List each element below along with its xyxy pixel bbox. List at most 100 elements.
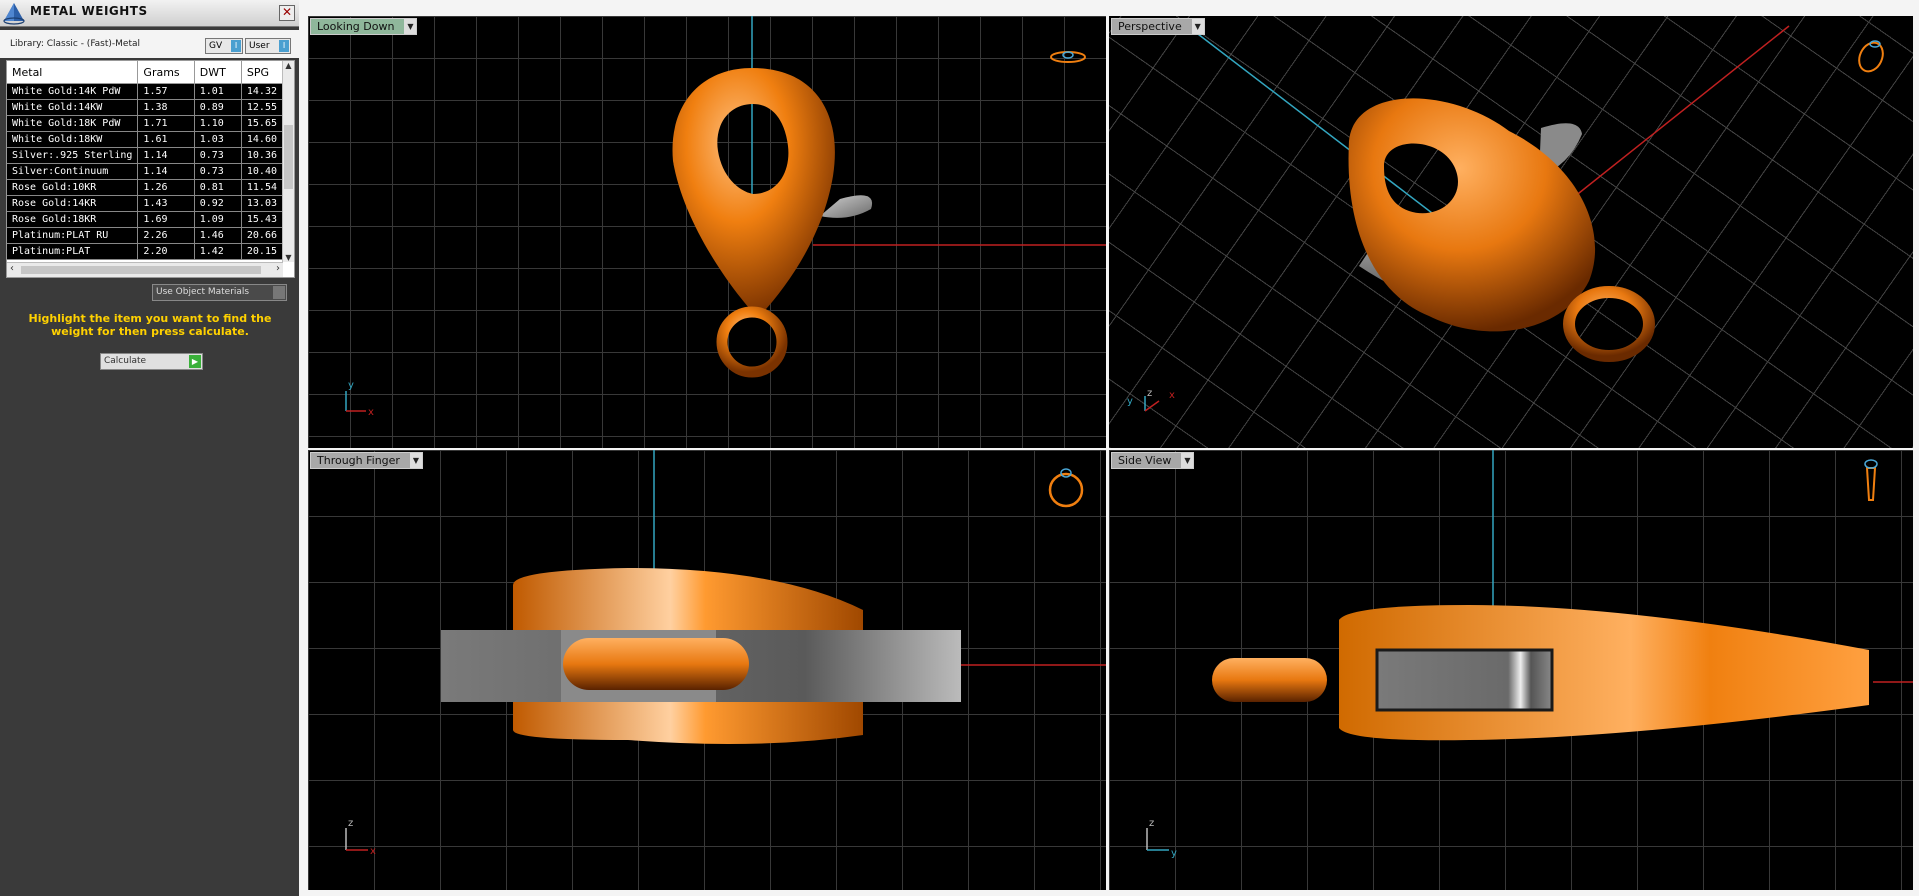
clasp-jump-ring bbox=[1563, 286, 1655, 362]
cell-metal: White Gold:14KW bbox=[7, 99, 139, 116]
viewport-looking-down[interactable]: y x Looking Down ▼ bbox=[308, 16, 1106, 448]
table-row[interactable]: White Gold:18K PdW 1.71 1.10 15.65 bbox=[7, 115, 284, 132]
cell-grams: 1.71 bbox=[137, 115, 195, 132]
gizmo-label-b: z bbox=[1147, 388, 1152, 399]
calculate-button[interactable]: Calculate ▶ bbox=[100, 353, 203, 370]
close-icon: ✕ bbox=[281, 5, 293, 19]
table-row[interactable]: White Gold:14KW 1.38 0.89 12.55 bbox=[7, 99, 284, 116]
table-row[interactable]: Silver:.925 Sterling 1.14 0.73 10.36 bbox=[7, 147, 284, 164]
table-row[interactable]: Rose Gold:10KR 1.26 0.81 11.54 bbox=[7, 179, 284, 196]
viewport-menu-perspective[interactable]: Perspective ▼ bbox=[1111, 18, 1205, 35]
cell-grams: 1.69 bbox=[137, 211, 195, 228]
table-row[interactable]: Rose Gold:14KR 1.43 0.92 13.03 bbox=[7, 195, 284, 212]
cell-metal: Platinum:PLAT bbox=[7, 243, 139, 260]
cell-grams: 1.38 bbox=[137, 99, 195, 116]
table-row[interactable]: Rose Gold:18KR 1.69 1.09 15.43 bbox=[7, 211, 284, 228]
axis-gizmo: z x bbox=[345, 818, 376, 857]
cell-metal: Rose Gold:14KR bbox=[7, 195, 139, 212]
viewport-label: Side View bbox=[1118, 454, 1172, 467]
cell-dwt: 1.46 bbox=[194, 227, 242, 244]
user-indicator-icon: I bbox=[279, 40, 289, 52]
cell-metal: Platinum:PLAT RU bbox=[7, 227, 139, 244]
pyramid-logo-icon bbox=[3, 3, 25, 25]
cell-spg: 20.15 bbox=[241, 243, 284, 260]
clasp-gate bbox=[1375, 648, 1554, 712]
viewport-label: Through Finger bbox=[317, 454, 400, 467]
calculate-label: Calculate bbox=[104, 356, 147, 366]
checkbox-icon bbox=[273, 286, 285, 299]
chevron-down-icon[interactable]: ▼ bbox=[1191, 19, 1204, 34]
close-button[interactable]: ✕ bbox=[279, 5, 295, 21]
library-row: Library: Classic - (Fast)-Metal GV I Use… bbox=[0, 30, 299, 58]
viewport-menu-through-finger[interactable]: Through Finger ▼ bbox=[310, 452, 423, 469]
play-icon: ▶ bbox=[189, 355, 201, 368]
cell-dwt: 0.81 bbox=[194, 179, 242, 196]
table-header-row: Metal Grams DWT SPG bbox=[7, 61, 284, 84]
hscroll-thumb[interactable] bbox=[21, 266, 261, 274]
gv-indicator-icon: I bbox=[231, 40, 241, 52]
table-row[interactable]: Silver:Continuum 1.14 0.73 10.40 bbox=[7, 163, 284, 180]
library-label: Library: Classic - (Fast)-Metal bbox=[10, 39, 141, 49]
scroll-down-icon[interactable]: ▼ bbox=[283, 253, 294, 262]
horizontal-scrollbar[interactable]: ‹ › bbox=[7, 262, 283, 277]
viewport-menu-side-view[interactable]: Side View ▼ bbox=[1111, 452, 1195, 469]
cell-grams: 2.26 bbox=[137, 227, 195, 244]
clasp-jump-ring bbox=[563, 638, 749, 690]
gizmo-label-b: y bbox=[1171, 848, 1177, 859]
table-row[interactable]: White Gold:18KW 1.61 1.03 14.60 bbox=[7, 131, 284, 148]
vertical-scrollbar[interactable]: ▲ ▼ bbox=[282, 61, 294, 262]
table-row[interactable]: Platinum:PLAT RU 2.26 1.46 20.66 bbox=[7, 227, 284, 244]
metal-table: Metal Grams DWT SPG White Gold:14K PdW 1.… bbox=[6, 60, 295, 278]
viewport-side-view[interactable]: z y Side View ▼ bbox=[1109, 450, 1913, 890]
scroll-up-icon[interactable]: ▲ bbox=[283, 61, 294, 70]
chevron-down-icon[interactable]: ▼ bbox=[409, 453, 422, 468]
cell-grams: 1.61 bbox=[137, 131, 195, 148]
cell-dwt: 1.01 bbox=[194, 83, 242, 100]
use-object-materials-label: Use Object Materials bbox=[156, 287, 250, 297]
cell-grams: 1.57 bbox=[137, 83, 195, 100]
column-header-metal[interactable]: Metal bbox=[7, 61, 139, 84]
user-toggle-label: User bbox=[249, 41, 270, 51]
column-header-grams[interactable]: Grams bbox=[137, 61, 195, 84]
axis-gizmo: y x bbox=[345, 380, 374, 418]
scroll-left-icon[interactable]: ‹ bbox=[10, 263, 14, 274]
gizmo-label-c: x bbox=[1169, 390, 1175, 401]
scroll-right-icon[interactable]: › bbox=[276, 263, 280, 274]
cell-dwt: 0.92 bbox=[194, 195, 242, 212]
column-header-spg[interactable]: SPG bbox=[241, 61, 284, 84]
cell-spg: 11.54 bbox=[241, 179, 284, 196]
use-object-materials-toggle[interactable]: Use Object Materials bbox=[152, 284, 287, 301]
cell-dwt: 0.73 bbox=[194, 163, 242, 180]
chevron-down-icon[interactable]: ▼ bbox=[404, 19, 417, 34]
cell-spg: 10.40 bbox=[241, 163, 284, 180]
cell-metal: Rose Gold:18KR bbox=[7, 211, 139, 228]
cell-metal: White Gold:18KW bbox=[7, 131, 139, 148]
cell-grams: 2.20 bbox=[137, 243, 195, 260]
gizmo-label-a: y bbox=[1127, 396, 1133, 407]
ring-orientation-icon bbox=[1858, 40, 1884, 73]
cell-dwt: 0.89 bbox=[194, 99, 242, 116]
top-view-canvas: y x bbox=[345, 16, 1106, 418]
table-row[interactable]: Platinum:PLAT 2.20 1.42 20.15 bbox=[7, 243, 284, 260]
panel-title: METAL WEIGHTS bbox=[30, 4, 148, 18]
ring-orientation-icon bbox=[1864, 459, 1878, 501]
chevron-down-icon[interactable]: ▼ bbox=[1181, 453, 1194, 468]
scroll-thumb[interactable] bbox=[284, 125, 293, 189]
cell-dwt: 1.03 bbox=[194, 131, 242, 148]
ring-orientation-icon bbox=[1050, 51, 1086, 63]
gv-toggle[interactable]: GV I bbox=[205, 38, 243, 54]
metal-weights-panel: METAL WEIGHTS ✕ Library: Classic - (Fast… bbox=[0, 0, 299, 896]
cell-metal: Silver:.925 Sterling bbox=[7, 147, 139, 164]
cell-grams: 1.14 bbox=[137, 147, 195, 164]
viewport-perspective[interactable]: y z x Perspective ▼ bbox=[1109, 16, 1913, 448]
axis-x-line bbox=[1568, 25, 1790, 202]
cell-spg: 15.43 bbox=[241, 211, 284, 228]
viewport-menu-looking-down[interactable]: Looking Down ▼ bbox=[310, 18, 418, 35]
viewport-through-finger[interactable]: z x Through Finger ▼ bbox=[308, 450, 1106, 890]
cell-spg: 12.55 bbox=[241, 99, 284, 116]
gizmo-label-a: z bbox=[1149, 818, 1154, 829]
column-header-dwt[interactable]: DWT bbox=[194, 61, 242, 84]
user-toggle[interactable]: User I bbox=[245, 38, 291, 54]
table-row[interactable]: White Gold:14K PdW 1.57 1.01 14.32 bbox=[7, 83, 284, 100]
clasp-jump-ring bbox=[1212, 658, 1327, 702]
